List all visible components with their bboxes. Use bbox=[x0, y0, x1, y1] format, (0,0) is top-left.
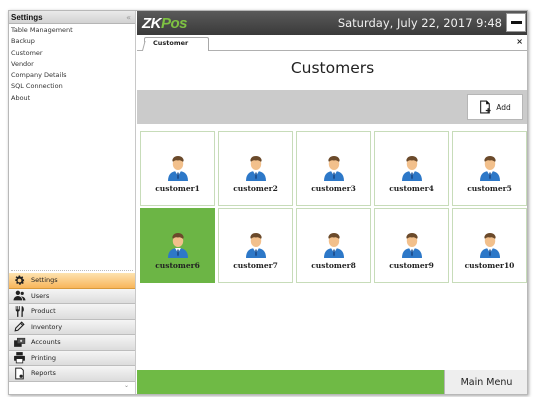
sidebar-item-vendor[interactable]: Vendor bbox=[9, 59, 135, 70]
sidebar-item-table-management[interactable]: Table Management bbox=[9, 25, 135, 36]
customer-avatar-icon bbox=[401, 232, 423, 258]
customer-name: customer1 bbox=[155, 183, 200, 193]
customer-avatar-icon bbox=[479, 155, 501, 181]
customer-tile[interactable]: customer3 bbox=[296, 131, 371, 206]
page-title: Customers bbox=[290, 59, 375, 77]
customer-avatar-icon bbox=[167, 155, 189, 181]
nav-product-label: Product bbox=[31, 307, 56, 316]
customer-tile[interactable]: customer1 bbox=[140, 131, 215, 206]
customer-tile[interactable]: customer10 bbox=[452, 208, 527, 283]
sidebar-title: Settings bbox=[11, 12, 43, 22]
add-button-label: Add bbox=[496, 102, 511, 112]
nav-inventory[interactable]: Inventory bbox=[9, 319, 135, 335]
sidebar-resize-grip[interactable]: ⌄ bbox=[9, 382, 135, 389]
printer-icon bbox=[13, 351, 26, 364]
minimize-button[interactable] bbox=[506, 13, 526, 32]
customer-name: customer10 bbox=[464, 260, 515, 270]
tab-strip: Customer × bbox=[137, 35, 527, 52]
nav-reports-label: Reports bbox=[31, 369, 56, 378]
sidebar-item-sql-connection[interactable]: SQL Connection bbox=[9, 81, 135, 92]
main-content: Customers Add customer1 customer2 customer… bbox=[137, 51, 527, 394]
nav-printing-label: Printing bbox=[31, 353, 57, 362]
customer-avatar-icon bbox=[401, 155, 423, 181]
customer-avatar-icon bbox=[323, 232, 345, 258]
pencil-icon bbox=[13, 320, 26, 333]
module-nav: Settings Users Product Inventory Account… bbox=[9, 270, 135, 389]
nav-reports[interactable]: Reports bbox=[9, 366, 135, 382]
customer-avatar-icon bbox=[323, 155, 345, 181]
collapse-sidebar-button[interactable]: « bbox=[126, 13, 131, 22]
customer-name: customer5 bbox=[467, 183, 512, 193]
app-logo: ZKPos bbox=[142, 14, 188, 32]
sidebar-item-about[interactable]: About bbox=[9, 93, 135, 104]
report-icon bbox=[13, 367, 26, 380]
customer-name: customer6 bbox=[155, 260, 200, 270]
customer-tile[interactable]: customer6 bbox=[140, 208, 215, 283]
sidebar-header: Settings « bbox=[9, 11, 135, 24]
customer-name: customer8 bbox=[311, 260, 356, 270]
customer-tile[interactable]: customer8 bbox=[296, 208, 371, 283]
customer-avatar-icon bbox=[479, 232, 501, 258]
nav-users[interactable]: Users bbox=[9, 288, 135, 304]
nav-inventory-label: Inventory bbox=[31, 322, 63, 331]
toolbar: Add bbox=[137, 90, 527, 124]
sidebar: Settings « Table Management Backup Custo… bbox=[9, 11, 136, 394]
customer-avatar-icon bbox=[245, 155, 267, 181]
minus-icon bbox=[510, 21, 522, 24]
customer-name: customer9 bbox=[389, 260, 434, 270]
nav-divider bbox=[11, 270, 133, 272]
customer-tile[interactable]: customer7 bbox=[218, 208, 293, 283]
sidebar-item-backup[interactable]: Backup bbox=[9, 36, 135, 47]
customer-name: customer2 bbox=[233, 183, 278, 193]
main-menu-button[interactable]: Main Menu bbox=[444, 370, 527, 394]
customer-tile[interactable]: customer4 bbox=[374, 131, 449, 206]
nav-settings[interactable]: Settings bbox=[9, 273, 135, 289]
nav-printing[interactable]: Printing bbox=[9, 350, 135, 366]
nav-accounts-label: Accounts bbox=[31, 338, 61, 347]
app-window: Settings « Table Management Backup Custo… bbox=[8, 10, 528, 395]
customer-name: customer7 bbox=[233, 260, 278, 270]
cash-icon bbox=[13, 336, 26, 349]
footer-bar: Main Menu bbox=[137, 370, 527, 394]
fork-knife-icon bbox=[13, 305, 26, 318]
gear-icon bbox=[13, 274, 26, 287]
datetime-display: Saturday, July 22, 2017 9:48 bbox=[337, 16, 502, 30]
add-customer-button[interactable]: Add bbox=[467, 94, 523, 120]
nav-settings-label: Settings bbox=[31, 276, 58, 285]
nav-product[interactable]: Product bbox=[9, 304, 135, 320]
customer-avatar-icon bbox=[245, 232, 267, 258]
customer-tile[interactable]: customer9 bbox=[374, 208, 449, 283]
add-document-icon bbox=[479, 100, 492, 114]
nav-users-label: Users bbox=[31, 291, 50, 300]
close-tab-button[interactable]: × bbox=[516, 37, 523, 46]
nav-accounts[interactable]: Accounts bbox=[9, 335, 135, 351]
tab-customer[interactable]: Customer bbox=[144, 37, 209, 52]
settings-menu: Table Management Backup Customer Vendor … bbox=[9, 24, 135, 104]
sidebar-item-customer[interactable]: Customer bbox=[9, 48, 135, 59]
customer-name: customer4 bbox=[389, 183, 434, 193]
customer-tile[interactable]: customer5 bbox=[452, 131, 527, 206]
customer-avatar-icon bbox=[167, 232, 189, 258]
customer-name: customer3 bbox=[311, 183, 356, 193]
sidebar-item-company-details[interactable]: Company Details bbox=[9, 70, 135, 81]
customer-tile[interactable]: customer2 bbox=[218, 131, 293, 206]
customer-grid: customer1 customer2 customer3 customer4 cust… bbox=[140, 131, 527, 283]
users-icon bbox=[13, 289, 26, 302]
title-bar: ZKPos Saturday, July 22, 2017 9:48 bbox=[137, 11, 527, 35]
